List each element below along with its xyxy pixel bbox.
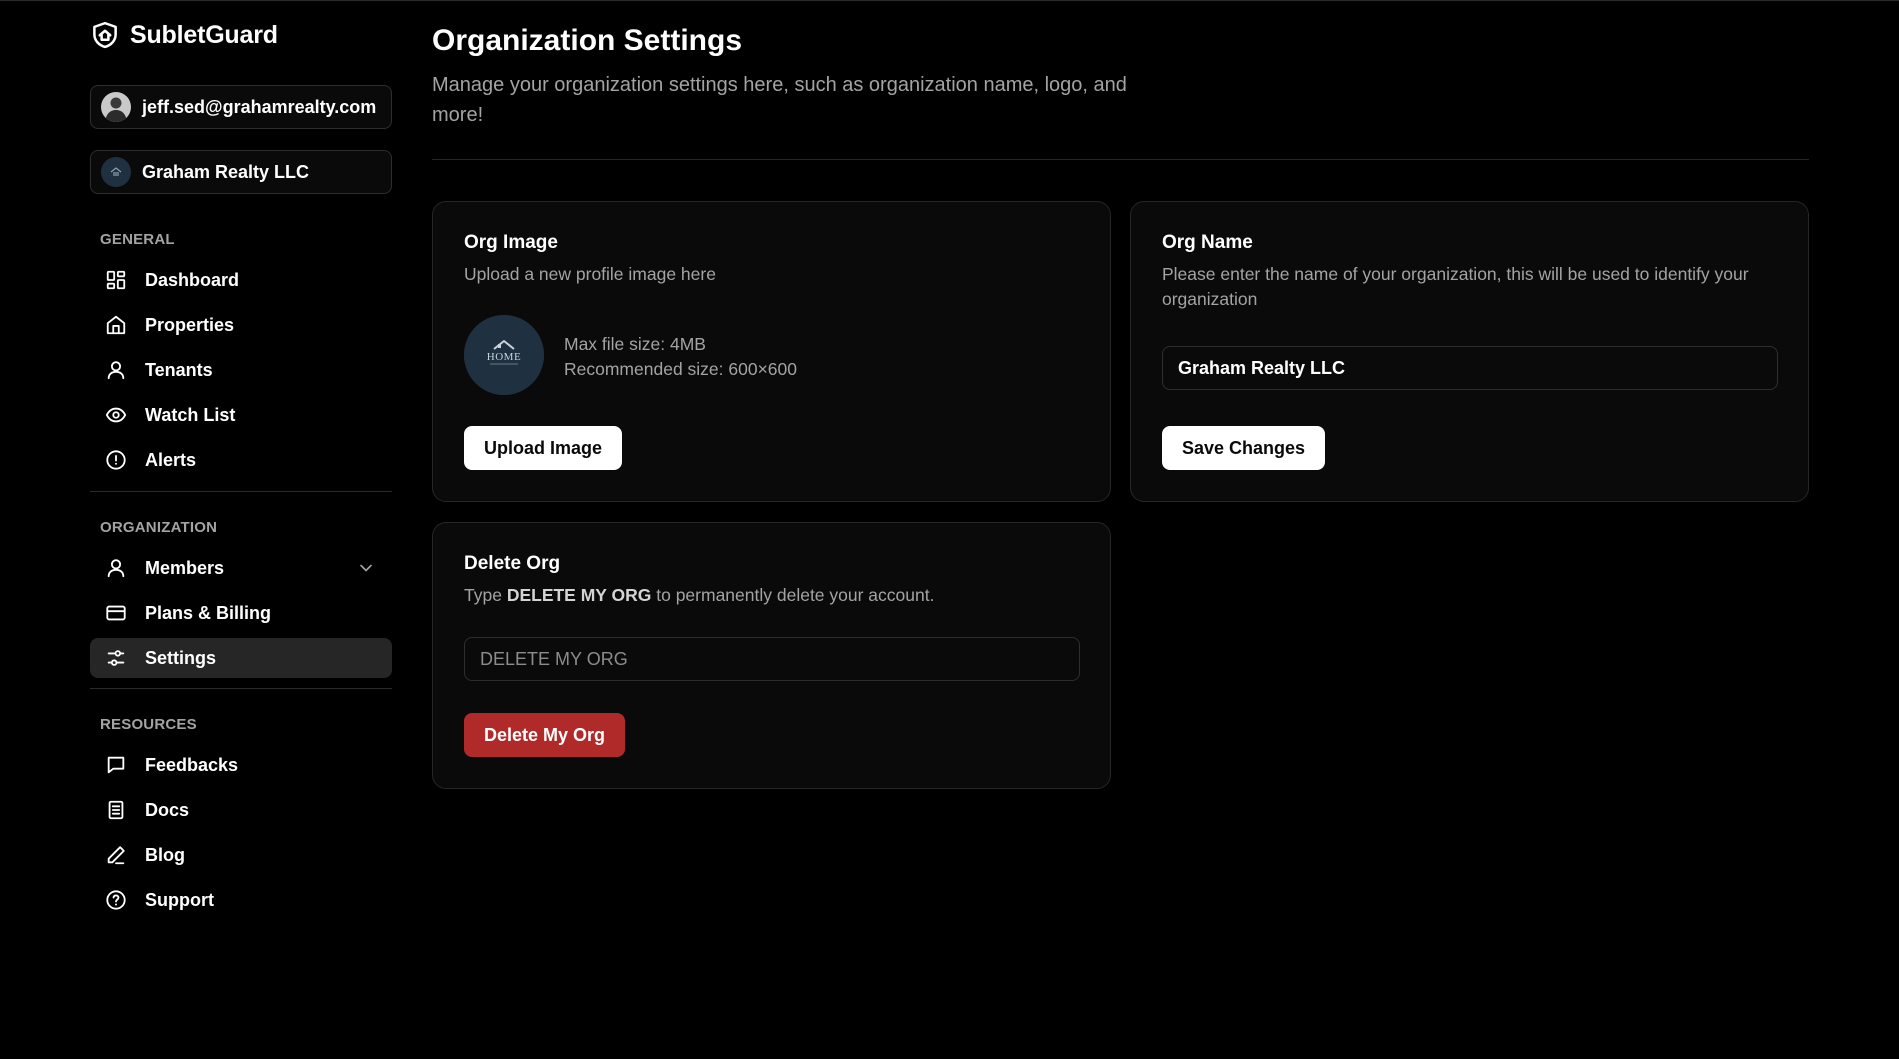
sidebar-item-watch-list[interactable]: Watch List	[90, 395, 392, 435]
brand[interactable]: SubletGuard	[90, 18, 278, 52]
brand-name: SubletGuard	[130, 20, 278, 49]
delete-confirm-input[interactable]	[464, 637, 1080, 681]
sidebar-item-alerts[interactable]: Alerts	[90, 440, 392, 480]
org-logo-image: HOME	[464, 315, 544, 395]
sidebar-item-support[interactable]: Support	[90, 880, 392, 920]
org-avatar-small	[101, 157, 131, 187]
org-name-card: Org Name Please enter the name of your o…	[1130, 201, 1809, 502]
user-account-selector[interactable]: jeff.sed@grahamrealty.com	[90, 85, 392, 129]
sidebar-item-label: Alerts	[145, 449, 197, 470]
chevron-down-icon[interactable]	[356, 558, 376, 578]
delete-org-button[interactable]: Delete My Org	[464, 713, 626, 757]
logo-text: HOME	[487, 351, 521, 363]
credit-card-icon	[106, 605, 126, 621]
max-file-size: Max file size: 4MB	[564, 334, 706, 354]
org-selector[interactable]: Graham Realty LLC	[90, 150, 392, 194]
delete-description-suffix: to permanently delete your account.	[651, 585, 935, 605]
main-content: Organization Settings Manage your organi…	[432, 0, 1809, 1059]
alert-circle-icon	[106, 450, 126, 470]
sidebar-item-dashboard[interactable]: Dashboard	[90, 260, 392, 300]
sidebar-item-label: Members	[145, 557, 225, 578]
user-email: jeff.sed@grahamrealty.com	[142, 96, 377, 117]
delete-keyword: DELETE MY ORG	[506, 585, 652, 605]
sidebar-divider	[90, 688, 392, 689]
section-title-resources: RESOURCES	[100, 716, 197, 733]
user-avatar	[101, 92, 131, 122]
card-title: Delete Org	[464, 553, 561, 574]
sidebar-item-label: Properties	[145, 314, 235, 335]
sidebar-item-tenants[interactable]: Tenants	[90, 350, 392, 390]
sidebar-item-properties[interactable]: Properties	[90, 305, 392, 345]
org-name-input[interactable]	[1162, 346, 1778, 390]
section-title-organization: ORGANIZATION	[100, 519, 218, 536]
card-description: Upload a new profile image here	[464, 264, 716, 284]
dashboard-icon	[106, 270, 126, 290]
sidebar-item-label: Support	[145, 889, 214, 910]
delete-org-card: Delete Org Type DELETE MY ORG to permane…	[432, 522, 1111, 789]
header-divider	[432, 159, 1809, 160]
user-icon	[107, 559, 125, 578]
sliders-icon	[107, 650, 125, 666]
sidebar-item-label: Docs	[145, 799, 190, 820]
help-circle-icon	[106, 890, 126, 910]
sidebar-divider	[90, 491, 392, 492]
sidebar-item-label: Dashboard	[145, 269, 240, 290]
home-icon	[106, 315, 126, 335]
section-title-general: GENERAL	[100, 231, 175, 248]
pencil-icon	[107, 846, 125, 865]
sidebar-item-members[interactable]: Members	[90, 548, 392, 588]
card-title: Org Image	[464, 232, 558, 253]
org-image-card: Org Image Upload a new profile image her…	[432, 201, 1111, 502]
sidebar-item-label: Settings	[145, 647, 217, 668]
sidebar-item-label: Plans & Billing	[145, 602, 272, 623]
card-title: Org Name	[1162, 232, 1253, 253]
recommended-size: Recommended size: 600×600	[564, 359, 797, 379]
sidebar-item-docs[interactable]: Docs	[90, 790, 392, 830]
card-description: Type DELETE MY ORG to permanently delete…	[464, 583, 934, 608]
upload-image-button[interactable]: Upload Image	[464, 426, 623, 470]
sidebar-item-label: Blog	[145, 844, 185, 865]
card-description: Please enter the name of your organizati…	[1162, 264, 1749, 309]
org-name: Graham Realty LLC	[142, 161, 310, 182]
page-title: Organization Settings	[432, 24, 743, 57]
delete-description-prefix: Type	[464, 585, 507, 605]
save-changes-button[interactable]: Save Changes	[1162, 426, 1326, 470]
sidebar: SubletGuard jeff.sed@grahamrealty.com Gr…	[90, 0, 392, 1059]
shield-home-icon	[93, 21, 117, 49]
sidebar-item-label: Feedbacks	[145, 754, 239, 775]
page-description: Manage your organization settings here, …	[432, 74, 1127, 126]
sidebar-item-settings[interactable]: Settings	[90, 638, 392, 678]
sidebar-item-label: Watch List	[145, 404, 236, 425]
user-icon	[107, 361, 125, 380]
file-requirements: Max file size: 4MB Recommended size: 600…	[564, 332, 797, 382]
sidebar-item-blog[interactable]: Blog	[90, 835, 392, 875]
sidebar-item-feedbacks[interactable]: Feedbacks	[90, 745, 392, 785]
sidebar-item-plans-billing[interactable]: Plans & Billing	[90, 593, 392, 633]
eye-icon	[105, 407, 127, 423]
document-icon	[108, 800, 124, 820]
sidebar-item-label: Tenants	[145, 359, 213, 380]
message-square-icon	[107, 756, 125, 774]
